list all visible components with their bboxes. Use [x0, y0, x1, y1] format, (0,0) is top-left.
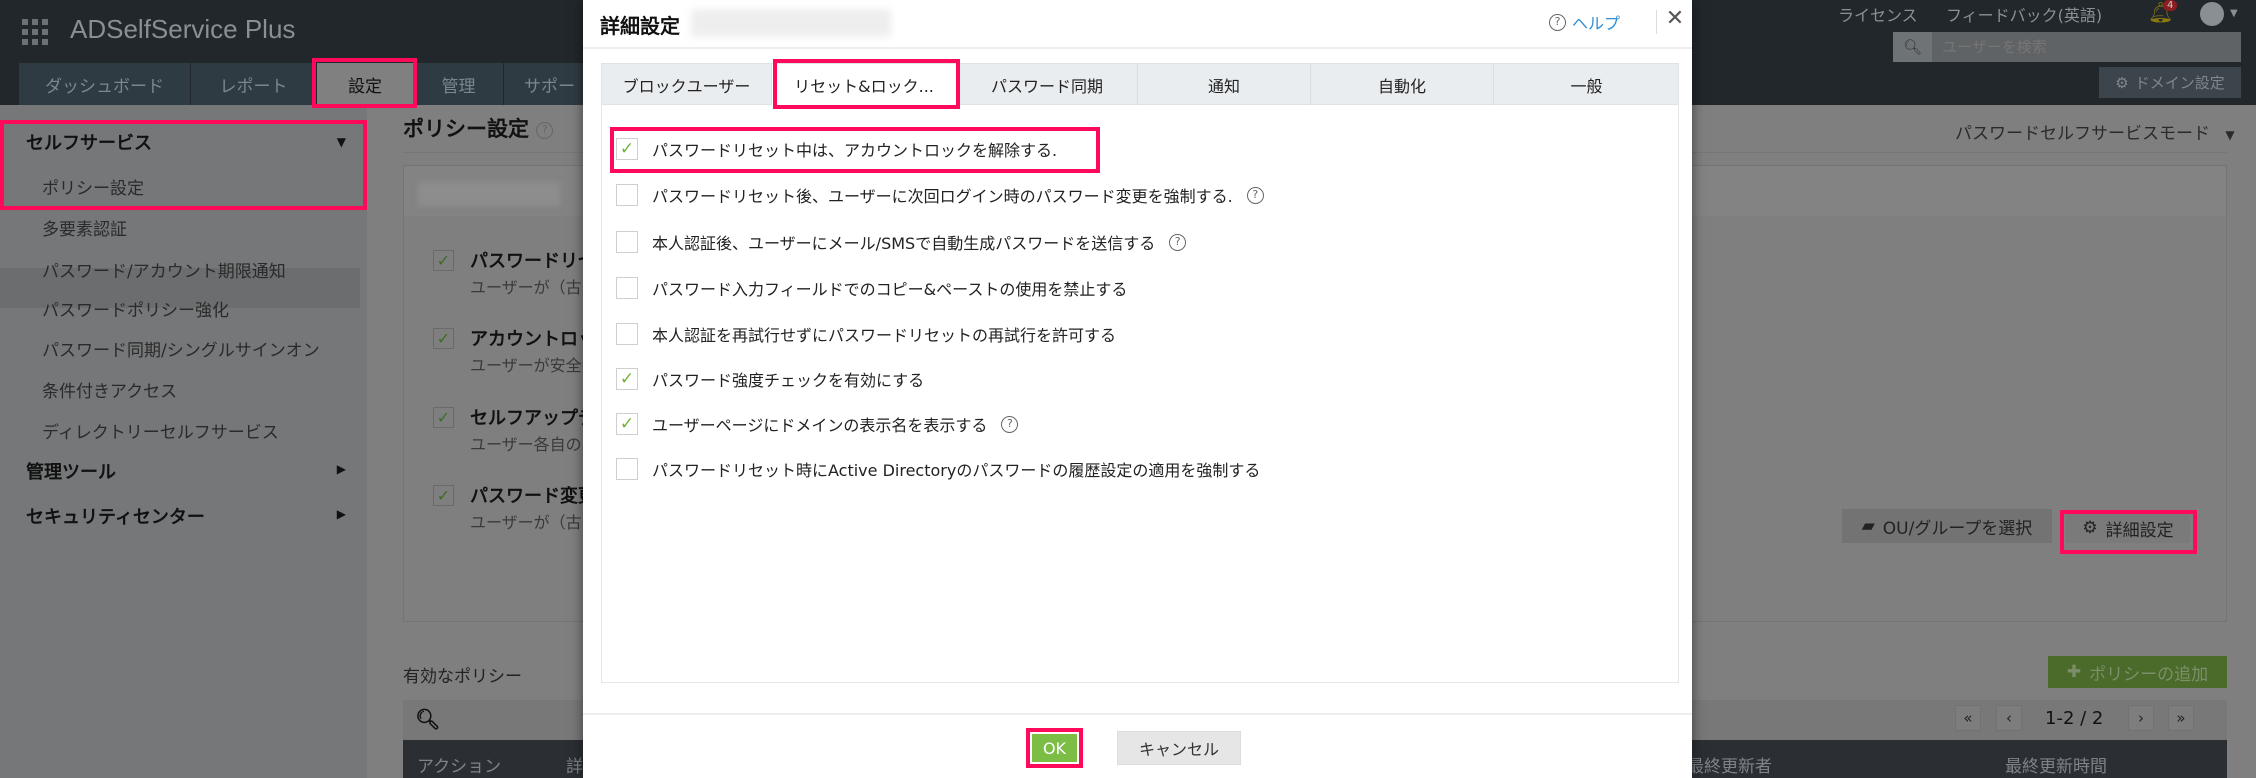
ok-button[interactable]: OK: [1032, 734, 1077, 762]
help-icon: ?: [1549, 13, 1566, 31]
option-label: ユーザーページにドメインの表示名を表示する: [652, 416, 988, 435]
divider: [1656, 10, 1657, 34]
checkbox-unchecked[interactable]: [616, 458, 638, 480]
checkbox-unchecked[interactable]: [616, 231, 638, 253]
tab-reset-lock[interactable]: リセット&ロック...: [772, 64, 957, 105]
divider: [583, 47, 1692, 49]
tab-general[interactable]: 一般: [1494, 64, 1679, 105]
domain-settings-button[interactable]: ⚙ ドメイン設定: [2099, 67, 2241, 98]
option-label: パスワード強度チェックを有効にする: [652, 371, 925, 390]
tab-password-sync[interactable]: パスワード同期: [957, 64, 1138, 105]
help-icon[interactable]: ?: [1169, 233, 1187, 251]
tab-notification[interactable]: 通知: [1138, 64, 1311, 105]
option-label: 本人認証を再試行せずにパスワードリセットの再試行を許可する: [652, 326, 1117, 345]
domain-settings-label: ドメイン設定: [2134, 74, 2225, 92]
option-row[interactable]: パスワードリセット後、ユーザーに次回ログイン時のパスワード変更を強制する.?: [616, 183, 1264, 207]
option-row[interactable]: ✓ ユーザーページにドメインの表示名を表示する?: [616, 412, 1019, 436]
tab-block-user[interactable]: ブロックユーザー: [602, 64, 772, 105]
gear-icon: ⚙: [2115, 73, 2129, 92]
option-row[interactable]: パスワードリセット時にActive Directoryのパスワードの履歴設定の適…: [616, 457, 1260, 481]
checkbox-checked[interactable]: ✓: [616, 413, 638, 435]
redacted-policy-name: [691, 9, 891, 37]
help-link[interactable]: ? ヘルプ: [1549, 10, 1620, 34]
option-label: パスワードリセット中は、アカウントロックを解除する.: [652, 141, 1058, 160]
option-label: 本人認証後、ユーザーにメール/SMSで自動生成パスワードを送信する: [652, 234, 1156, 253]
divider: [583, 713, 1692, 715]
checkbox-unchecked[interactable]: [616, 277, 638, 299]
help-icon[interactable]: ?: [1001, 415, 1019, 433]
option-row[interactable]: パスワード入力フィールドでのコピー&ペーストの使用を禁止する: [616, 276, 1127, 300]
checkbox-unchecked[interactable]: [616, 323, 638, 345]
help-icon[interactable]: ?: [1246, 186, 1264, 204]
help-label: ヘルプ: [1572, 14, 1621, 33]
checkbox-checked[interactable]: ✓: [616, 138, 638, 160]
option-row[interactable]: ✓ パスワードリセット中は、アカウントロックを解除する.: [616, 137, 1057, 161]
option-row[interactable]: ✓ パスワード強度チェックを有効にする: [616, 367, 924, 391]
tab-automation[interactable]: 自動化: [1311, 64, 1494, 105]
option-row[interactable]: 本人認証後、ユーザーにメール/SMSで自動生成パスワードを送信する?: [616, 230, 1187, 254]
option-row[interactable]: 本人認証を再試行せずにパスワードリセットの再試行を許可する: [616, 322, 1116, 346]
option-label: パスワード入力フィールドでのコピー&ペーストの使用を禁止する: [652, 280, 1128, 299]
advanced-settings-dialog: 詳細設定 ? ヘルプ ✕ ブロックユーザー リセット&ロック... パスワード同期…: [583, 0, 1692, 778]
checkbox-checked[interactable]: ✓: [616, 368, 638, 390]
close-icon[interactable]: ✕: [1663, 6, 1687, 34]
option-label: パスワードリセット後、ユーザーに次回ログイン時のパスワード変更を強制する.: [652, 187, 1233, 206]
dialog-title: 詳細設定: [600, 14, 680, 38]
cancel-button[interactable]: キャンセル: [1117, 731, 1241, 765]
dialog-tabs: ブロックユーザー リセット&ロック... パスワード同期 通知 自動化 一般: [601, 63, 1679, 105]
checkbox-unchecked[interactable]: [616, 184, 638, 206]
option-label: パスワードリセット時にActive Directoryのパスワードの履歴設定の適…: [652, 461, 1261, 480]
